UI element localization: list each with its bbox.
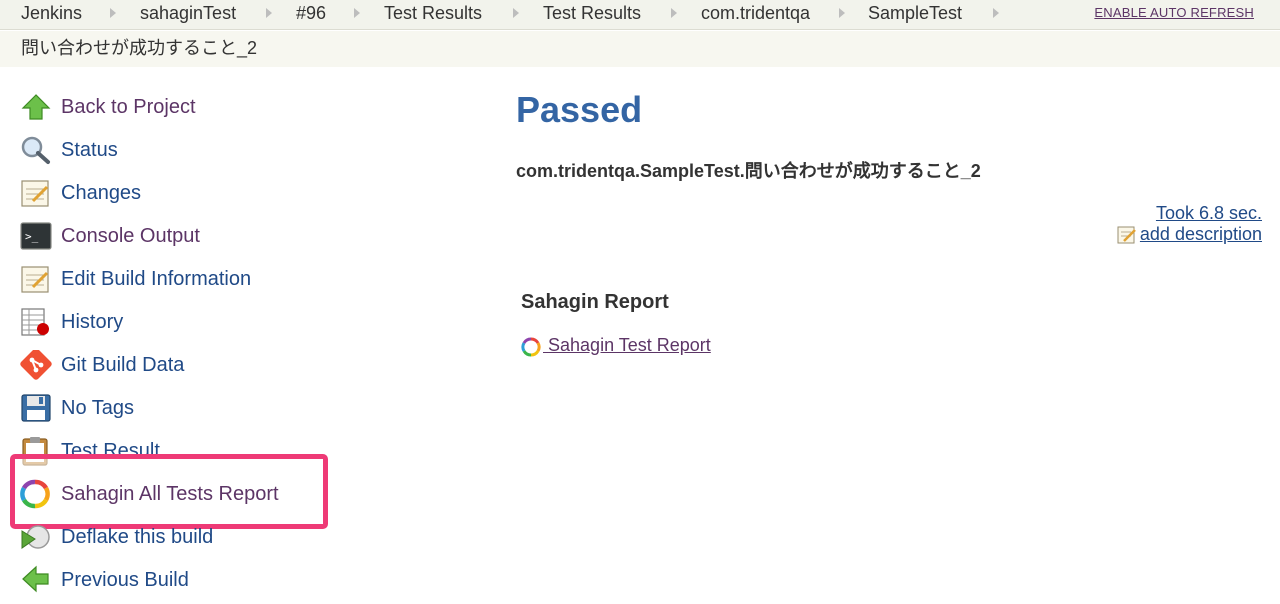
breadcrumb: Jenkins sahaginTest #96 Test Results Tes… (0, 0, 1280, 30)
sidebar-item-label: No Tags (61, 397, 135, 419)
sahagin-report-heading: Sahagin Report (521, 291, 669, 313)
breadcrumb-class[interactable]: SampleTest (868, 2, 962, 24)
floppy-disk-icon (20, 393, 52, 423)
sidebar-item-sahagin-all-tests-report[interactable]: Sahagin All Tests Report (20, 479, 440, 509)
notepad-icon (1117, 225, 1137, 250)
breadcrumb-separator-icon[interactable] (993, 8, 999, 18)
add-description-label: add description (1139, 224, 1262, 244)
svg-text:>_: >_ (25, 230, 39, 243)
test-status-heading: Passed (516, 89, 643, 130)
page-title-bar: 問い合わせが成功すること_2 (0, 31, 1280, 67)
sidebar-item-history[interactable]: History (20, 307, 440, 337)
breadcrumb-separator-icon[interactable] (266, 8, 272, 18)
up-arrow-icon (20, 92, 52, 122)
sidebar-item-edit-build-information[interactable]: Edit Build Information (20, 264, 440, 294)
history-icon (20, 307, 52, 337)
sidebar-item-label: Previous Build (61, 569, 189, 591)
sidebar-item-console-output[interactable]: >_ Console Output (20, 221, 440, 251)
enable-auto-refresh-link[interactable]: ENABLE AUTO REFRESH (1094, 5, 1254, 20)
duration-link[interactable]: Took 6.8 sec. (1156, 202, 1262, 224)
sidebar-item-back-to-project[interactable]: Back to Project (20, 92, 440, 122)
breadcrumb-package[interactable]: com.tridentqa (701, 2, 810, 24)
sidebar-item-label: Console Output (61, 225, 200, 247)
breadcrumb-job[interactable]: sahaginTest (140, 2, 236, 24)
sidebar-item-label: Status (61, 139, 118, 161)
sahagin-ring-icon (521, 337, 541, 362)
breadcrumb-separator-icon[interactable] (110, 8, 116, 18)
notepad-icon (20, 264, 52, 294)
sidebar-item-previous-build[interactable]: Previous Build (20, 565, 440, 595)
sidebar-item-label: Back to Project (61, 96, 196, 118)
test-name: com.tridentqa.SampleTest.問い合わせが成功すること_2 (516, 161, 981, 181)
add-description-link[interactable]: add description (1117, 223, 1262, 247)
page-title: 問い合わせが成功すること_2 (21, 38, 258, 58)
sidebar-item-deflake-this-build[interactable]: Deflake this build (20, 522, 440, 552)
sidebar-item-label: Edit Build Information (61, 268, 252, 290)
sidebar-item-no-tags[interactable]: No Tags (20, 393, 440, 423)
sidebar-item-label: Changes (61, 182, 142, 204)
sidebar-item-changes[interactable]: Changes (20, 178, 440, 208)
terminal-icon: >_ (20, 221, 52, 251)
breadcrumb-separator-icon[interactable] (839, 8, 845, 18)
breadcrumb-separator-icon[interactable] (671, 8, 677, 18)
magnifier-icon (20, 135, 52, 165)
left-arrow-icon (20, 565, 52, 595)
breadcrumb-test-results-2[interactable]: Test Results (543, 2, 641, 24)
sidebar-item-label: Deflake this build (61, 526, 214, 548)
breadcrumb-test-results[interactable]: Test Results (384, 2, 482, 24)
deflake-icon (20, 522, 52, 552)
breadcrumb-separator-icon[interactable] (354, 8, 360, 18)
sahagin-test-report-label: Sahagin Test Report (548, 335, 711, 355)
sidebar-item-label: Git Build Data (61, 354, 185, 376)
sidebar-item-label: History (61, 311, 124, 333)
breadcrumb-jenkins[interactable]: Jenkins (21, 2, 82, 24)
sidebar-item-label: Sahagin All Tests Report (61, 483, 279, 505)
git-icon (20, 350, 52, 380)
breadcrumb-separator-icon[interactable] (513, 8, 519, 18)
breadcrumb-build[interactable]: #96 (296, 2, 326, 24)
sidebar-item-git-build-data[interactable]: Git Build Data (20, 350, 440, 380)
sahagin-ring-icon (20, 479, 52, 509)
sidebar-item-status[interactable]: Status (20, 135, 440, 165)
notepad-icon (20, 178, 52, 208)
